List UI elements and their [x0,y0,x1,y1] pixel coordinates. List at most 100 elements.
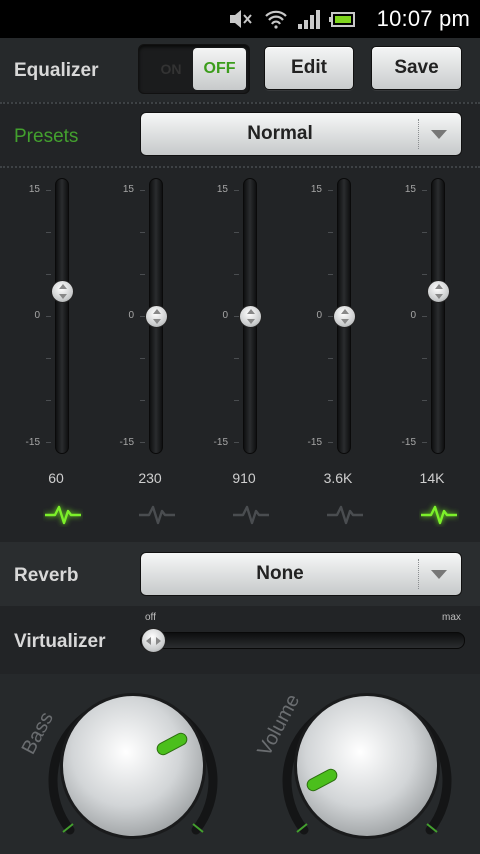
presets-selected: Normal [247,123,313,144]
scale-max-label: 15 [404,184,416,195]
equalizer-toggle[interactable]: ON OFF [138,44,250,94]
dropdown-divider [418,119,419,149]
divider [0,166,480,168]
band-frequency-label: 230 [138,470,162,486]
scale-tick [422,190,427,191]
volume-dial[interactable] [282,680,452,854]
scale-tick [46,232,51,233]
scale-zero-label: 0 [222,310,228,321]
scale-tick [422,274,427,275]
eq-band: 15 0 -15 910 [194,170,288,540]
eq-slider-handle[interactable] [239,305,262,328]
presets-dropdown[interactable]: Normal [140,112,462,156]
eq-slider-track[interactable] [55,178,69,454]
scale-tick [328,190,333,191]
chevron-down-icon [431,570,447,579]
scale-min-label: -15 [307,437,322,448]
battery-icon [329,12,355,27]
scale-tick [328,400,333,401]
toggle-off-label[interactable]: OFF [193,48,246,90]
scale-tick [234,190,239,191]
scale-zero-label: 0 [128,310,134,321]
waveform-icon[interactable] [231,501,271,527]
eq-slider-handle[interactable] [51,279,74,303]
scale-tick [140,358,145,359]
bass-dial[interactable] [48,680,218,854]
scale-tick [422,232,427,233]
eq-band: 15 0 -15 14K [382,170,476,540]
scale-tick [422,316,427,317]
eq-slider-handle[interactable] [145,305,168,328]
scale-tick [234,358,239,359]
scale-tick [234,442,239,443]
toggle-on-label[interactable]: ON [145,45,197,93]
waveform-icon[interactable] [43,501,83,527]
chevron-down-icon [431,130,447,139]
save-button[interactable]: Save [371,46,462,90]
scale-zero-label: 0 [410,310,416,321]
scale-tick [46,190,51,191]
scale-tick [234,274,239,275]
virtualizer-slider-track[interactable] [140,632,465,649]
scale-tick [46,400,51,401]
scale-max-label: 15 [122,184,134,195]
virtualizer-label: Virtualizer [14,631,106,652]
scale-max-label: 15 [310,184,322,195]
scale-tick [422,400,427,401]
scale-min-label: -15 [401,437,416,448]
virtualizer-min-label: off [145,612,156,623]
eq-slider-track[interactable] [431,178,445,454]
virtualizer-max-label: max [442,612,461,623]
presets-label: Presets [14,126,79,147]
scale-min-label: -15 [25,437,40,448]
scale-tick [46,442,51,443]
scale-tick [140,274,145,275]
scale-tick [140,190,145,191]
status-bar: 10:07 pm [0,0,480,38]
scale-tick [422,358,427,359]
scale-max-label: 15 [216,184,228,195]
wifi-icon [265,10,287,29]
scale-tick [234,400,239,401]
band-frequency-label: 910 [232,470,256,486]
scale-tick [328,232,333,233]
scale-min-label: -15 [119,437,134,448]
band-frequency-label: 60 [48,470,64,486]
waveform-icon[interactable] [137,501,177,527]
equalizer-label: Equalizer [14,60,99,81]
band-frequency-label: 14K [419,470,445,486]
scale-tick [46,358,51,359]
scale-zero-label: 0 [316,310,322,321]
scale-tick [328,358,333,359]
scale-tick [46,274,51,275]
signal-icon [298,10,320,29]
scale-max-label: 15 [28,184,40,195]
scale-tick [234,232,239,233]
waveform-icon[interactable] [419,501,459,527]
band-frequency-label: 3.6K [323,470,353,486]
scale-tick [140,232,145,233]
scale-tick [140,442,145,443]
eq-slider-handle[interactable] [427,279,450,303]
divider [0,102,480,104]
eq-band: 15 0 -15 60 [6,170,100,540]
scale-zero-label: 0 [34,310,40,321]
eq-slider-handle[interactable] [333,305,356,328]
eq-band: 15 0 -15 3.6K [288,170,382,540]
status-icons [230,10,355,29]
scale-tick [422,442,427,443]
scale-tick [328,274,333,275]
dropdown-divider [418,559,419,589]
virtualizer-slider-handle[interactable] [141,628,166,653]
waveform-icon[interactable] [325,501,365,527]
scale-tick [140,400,145,401]
scale-min-label: -15 [213,437,228,448]
reverb-label: Reverb [14,565,79,586]
eq-band: 15 0 -15 230 [100,170,194,540]
reverb-dropdown[interactable]: None [140,552,462,596]
mute-icon [230,10,252,28]
scale-tick [328,442,333,443]
edit-button[interactable]: Edit [264,46,354,90]
reverb-selected: None [256,563,304,584]
scale-tick [46,316,51,317]
